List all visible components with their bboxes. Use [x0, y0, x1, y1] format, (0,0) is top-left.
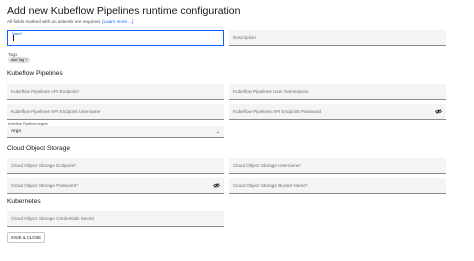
save-close-button[interactable]: SAVE & CLOSE	[7, 232, 45, 243]
eye-icon[interactable]	[435, 109, 442, 114]
name-field[interactable]: Name*	[7, 30, 224, 46]
kfp-api-endpoint-placeholder: Kubeflow Pipelines API Endpoint*	[11, 89, 80, 94]
description-placeholder: Description	[233, 35, 256, 40]
cos-bucket-placeholder: Cloud Object Storage Bucket Name*	[233, 183, 308, 188]
kfp-namespace-field[interactable]: Kubeflow Pipelines User Namespace	[229, 84, 446, 100]
eye-icon[interactable]	[213, 183, 220, 188]
required-note: All fields marked with an asterisk are r…	[7, 19, 133, 24]
description-field[interactable]: Description	[229, 30, 446, 46]
kfp-namespace-placeholder: Kubeflow Pipelines User Namespace	[233, 89, 309, 94]
chevron-down-icon: ⌄	[215, 129, 220, 135]
section-kubernetes: Kubernetes	[7, 198, 41, 205]
kfp-username-field[interactable]: Kubeflow Pipelines API Endpoint Username	[7, 104, 224, 120]
add-tag-button[interactable]: Add Tag +	[8, 57, 31, 63]
section-cloud-object-storage: Cloud Object Storage	[7, 145, 71, 152]
kfp-engine-select[interactable]: Argo ⌄	[7, 126, 224, 138]
name-label: Name*	[12, 32, 23, 36]
section-kubeflow-pipelines: Kubeflow Pipelines	[7, 70, 63, 77]
cos-endpoint-field[interactable]: Cloud Object Storage Endpoint*	[7, 158, 224, 174]
kfp-password-placeholder: Kubeflow Pipelines API Endpoint Password	[233, 109, 322, 114]
learn-more-link[interactable]: [Learn more ...]	[102, 19, 133, 24]
cos-username-placeholder: Cloud Object Storage Username*	[233, 163, 302, 168]
cos-password-field[interactable]: Cloud Object Storage Password*	[7, 178, 224, 194]
cos-password-placeholder: Cloud Object Storage Password*	[11, 183, 79, 188]
cos-credentials-secret-placeholder: Cloud Object Storage Credentials Secret	[11, 216, 94, 221]
cos-username-field[interactable]: Cloud Object Storage Username*	[229, 158, 446, 174]
cos-endpoint-placeholder: Cloud Object Storage Endpoint*	[11, 163, 77, 168]
kfp-api-endpoint-field[interactable]: Kubeflow Pipelines API Endpoint*	[7, 84, 224, 100]
page-title: Add new Kubeflow Pipelines runtime confi…	[7, 5, 241, 17]
kfp-engine-value: Argo	[11, 129, 22, 134]
required-note-text: All fields marked with an asterisk are r…	[7, 19, 101, 24]
cos-bucket-field[interactable]: Cloud Object Storage Bucket Name*	[229, 178, 446, 194]
kfp-password-field[interactable]: Kubeflow Pipelines API Endpoint Password	[229, 104, 446, 120]
kfp-username-placeholder: Kubeflow Pipelines API Endpoint Username	[11, 109, 101, 114]
cos-credentials-secret-field[interactable]: Cloud Object Storage Credentials Secret	[7, 211, 224, 227]
